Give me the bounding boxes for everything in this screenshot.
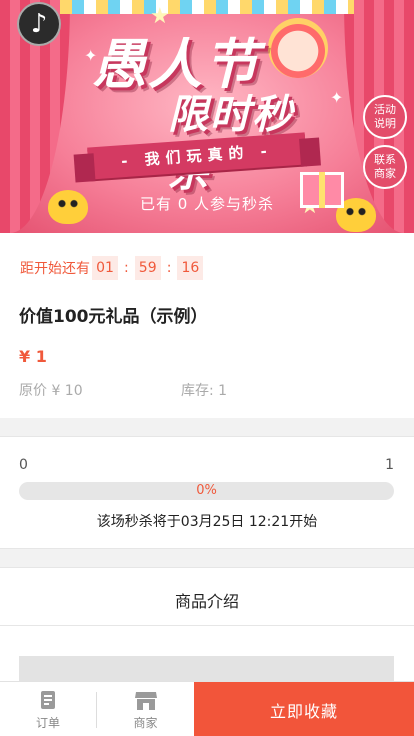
progress-min: 0 xyxy=(19,457,28,473)
sale-progress-card: 0 1 0% 该场秒杀将于03月25日 12:21开始 xyxy=(0,436,414,549)
activity-rules-button[interactable]: 活动 说明 xyxy=(363,95,407,139)
orders-label: 订单 xyxy=(35,715,60,730)
countdown-separator: : xyxy=(166,260,172,276)
activity-rules-label-2: 说明 xyxy=(374,117,396,130)
collect-now-button[interactable]: 立即收藏 xyxy=(194,682,414,736)
music-toggle-button[interactable]: ♪ xyxy=(17,2,61,46)
contact-merchant-button[interactable]: 联系 商家 xyxy=(363,145,407,189)
intro-title: 商品介绍 xyxy=(174,592,239,611)
countdown: 距开始还有 01 : 59 : 16 xyxy=(20,256,205,280)
music-note-icon: ♪ xyxy=(30,9,48,39)
countdown-hours: 01 xyxy=(92,256,118,280)
sparkle-icon: ✦ xyxy=(330,88,344,107)
contact-merchant-label-1: 联系 xyxy=(374,153,396,166)
orders-tab[interactable]: 订单 xyxy=(0,682,96,736)
participants-count: 已有 0 人参与秒杀 xyxy=(139,195,275,213)
countdown-separator: : xyxy=(124,260,129,276)
countdown-minutes: 59 xyxy=(134,256,161,280)
activity-rules-label-1: 活动 xyxy=(374,103,396,116)
divider xyxy=(0,625,414,626)
original-price: 原价 ¥ 10 xyxy=(19,383,83,399)
progress-bar: 0% xyxy=(19,482,394,500)
sale-price: ¥ 1 xyxy=(19,347,47,366)
merchant-label: 商家 xyxy=(133,715,158,730)
bunting-decoration xyxy=(60,0,354,14)
shop-icon xyxy=(134,691,157,710)
countdown-seconds: 16 xyxy=(177,256,204,280)
product-title: 价值100元礼品（示例） xyxy=(19,307,208,327)
progress-percent: 0% xyxy=(196,483,217,498)
product-info-card: 距开始还有 01 : 59 : 16 价值100元礼品（示例） ¥ 1 原价 ¥… xyxy=(0,233,414,418)
merchant-tab[interactable]: 商家 xyxy=(97,682,194,736)
bottom-action-bar: 订单 商家 立即收藏 xyxy=(0,681,414,736)
page: ★ ★ ✦ ✦ 愚人节 限时秒杀 - 我们玩真的 - 已有 0 人参与秒杀 ♪ … xyxy=(0,0,414,736)
stock-count: 库存: 1 xyxy=(181,383,228,399)
banner-title: 愚人节 限时秒杀 xyxy=(92,20,322,196)
contact-merchant-label-2: 商家 xyxy=(374,167,396,180)
promo-banner: ★ ★ ✦ ✦ 愚人节 限时秒杀 - 我们玩真的 - 已有 0 人参与秒杀 xyxy=(0,0,414,233)
countdown-label: 距开始还有 xyxy=(20,261,90,277)
orders-icon xyxy=(41,690,55,709)
progress-max: 1 xyxy=(385,457,394,473)
sale-start-note: 该场秒杀将于03月25日 12:21开始 xyxy=(96,514,318,530)
